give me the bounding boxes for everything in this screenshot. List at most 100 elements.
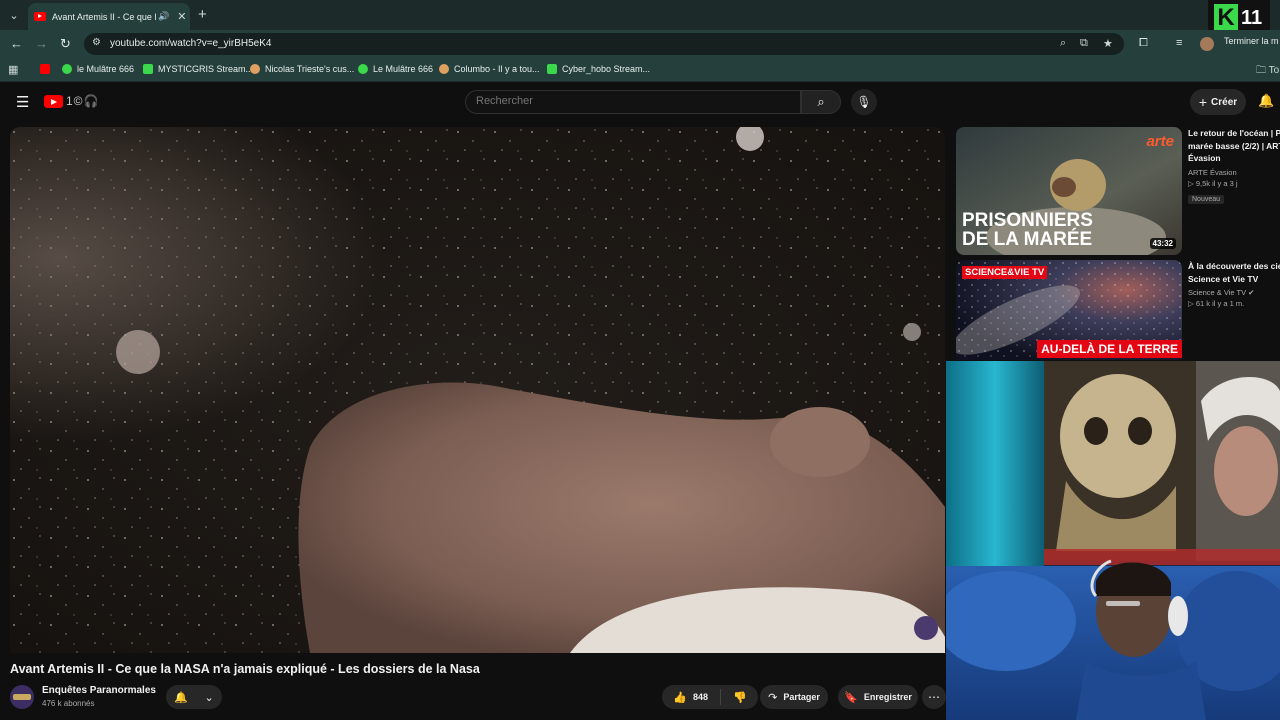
more-dots-icon: ⋯ <box>928 690 940 704</box>
recommendation-info: Le retour de l'océan | Pi marée basse (2… <box>1188 127 1280 206</box>
tab-close-icon[interactable]: ✕ <box>177 10 186 23</box>
tab-audio-icon[interactable]: 🔊 <box>158 11 169 22</box>
webcam-image <box>946 361 1280 720</box>
bookmark-label: MYSTICGRIS Stream... <box>158 64 254 74</box>
rec-duration: 43:32 <box>1149 238 1176 249</box>
bookmarks-bar: ▦ le Mulâtre 666 MYSTICGRIS Stream... Ni… <box>0 58 1280 82</box>
tab-search-icon[interactable]: ⌄ <box>4 5 24 25</box>
bookmark-label: Le Mulâtre 666 <box>373 64 434 74</box>
like-button[interactable]: 👍 848 <box>673 689 722 705</box>
like-count: 848 <box>692 692 709 702</box>
finish-update-button[interactable]: Terminer la m <box>1224 36 1279 46</box>
bookmark-item[interactable]: Columbo - Il y a tou... <box>439 64 540 74</box>
profile-avatar[interactable] <box>1200 37 1214 51</box>
bookmarks-folder-label: To <box>1268 65 1280 76</box>
bookmark-item[interactable]: Le Mulâtre 666 <box>358 64 433 74</box>
create-button[interactable]: + Créer <box>1190 89 1246 115</box>
video-frame <box>10 127 945 653</box>
chevron-down-icon: ⌄ <box>204 691 214 704</box>
play-icon <box>358 64 368 74</box>
video-player[interactable] <box>10 127 945 653</box>
microphone-icon: 🎙 <box>856 95 872 109</box>
reload-icon[interactable]: ↻ <box>60 36 71 52</box>
recommendation-item[interactable]: arte PRISONNIERS DE LA MARÉE 43:32 Le re… <box>956 127 1280 257</box>
share-label: Partager <box>783 692 820 702</box>
share-button[interactable]: ↷ Partager <box>760 685 828 709</box>
like-dislike-group: 👍 848 👎 <box>662 685 758 709</box>
thumbs-up-icon: 👍 <box>673 691 687 704</box>
site-icon <box>439 64 449 74</box>
k11-logo-number: 11 <box>1241 6 1263 29</box>
bookmark-youtube[interactable] <box>40 64 55 74</box>
rec-meta: ▷ 9,5k il y a 3 j <box>1188 178 1238 188</box>
tab-title: Avant Artemis II - Ce que la NASA n'a ja… <box>52 11 156 22</box>
bookmark-item[interactable]: le Mulâtre 666 <box>62 64 134 74</box>
rec-title[interactable]: À la découverte des cie Science et Vie T… <box>1188 260 1280 285</box>
notifications-bell-icon[interactable]: 🔔 <box>1258 93 1274 109</box>
browser-toolbar: ← → ↻ ⚙ youtube.com/watch?v=e_yirBH5eK4 … <box>0 30 1280 58</box>
bookmarks-folder[interactable]: 🗀 To <box>1256 63 1279 80</box>
rec-thumb-text: PRISONNIERS DE LA MARÉE <box>962 210 1093 250</box>
back-arrow-icon[interactable]: ← <box>10 36 23 51</box>
search-box <box>465 90 801 114</box>
bookmark-item[interactable]: Nicolas Trieste's cus... <box>250 64 354 74</box>
install-icon[interactable]: ⧉ <box>1080 37 1088 50</box>
more-actions-button[interactable]: ⋯ <box>922 685 946 709</box>
subscription-notify-button[interactable]: 🔔 ⌄ <box>166 685 222 709</box>
subscriber-count: 476 k abonnés <box>42 699 95 708</box>
create-label: Créer <box>1211 96 1238 108</box>
save-button[interactable]: 🔖 Enregistrer <box>838 685 918 709</box>
bookmark-star-icon[interactable]: ★ <box>1103 37 1113 50</box>
url-text[interactable]: youtube.com/watch?v=e_yirBH5eK4 <box>110 38 271 49</box>
youtube-favicon-icon <box>34 12 46 21</box>
youtube-icon <box>40 64 50 74</box>
bookmark-label: Columbo - Il y a tou... <box>454 64 540 74</box>
apps-grid-icon[interactable]: ▦ <box>8 63 18 76</box>
share-icon: ↷ <box>768 691 778 704</box>
recommendation-thumbnail[interactable]: arte PRISONNIERS DE LA MARÉE 43:32 <box>956 127 1182 255</box>
youtube-header: ☰ 1©🎧 ⌕ 🎙 +Créer 🔔 <box>0 83 1280 121</box>
bookmark-label: Cyber_hobo Stream... <box>562 64 651 74</box>
channel-avatar[interactable] <box>10 685 34 709</box>
video-title: Avant Artemis II - Ce que la NASA n'a ja… <box>10 662 480 676</box>
menu-icon[interactable]: ☰ <box>16 93 29 111</box>
rec-new-badge: Nouveau <box>1188 194 1225 204</box>
kick-icon <box>547 64 557 74</box>
search-input[interactable] <box>476 95 776 107</box>
dislike-button[interactable]: 👎 <box>721 691 747 704</box>
k11-logo-letter: K <box>1214 4 1238 32</box>
rec-thumb-text: AU-DELÀ DE LA TERRE <box>1037 340 1182 358</box>
bookmark-label: Nicolas Trieste's cus... <box>265 64 355 74</box>
site-info-icon[interactable]: ⚙ <box>92 37 101 48</box>
bunny-icon <box>250 64 260 74</box>
recommendation-thumbnail[interactable]: SCIENCE&VIE TV AU-DELÀ DE LA TERRE <box>956 260 1182 360</box>
media-controls-icon[interactable]: ≡ <box>1176 37 1182 49</box>
extensions-icon[interactable]: ⧠ <box>1139 37 1148 50</box>
plus-icon: + <box>1198 94 1208 110</box>
rec-channel[interactable]: ARTE Évasion <box>1188 168 1280 177</box>
youtube-doodle-logo[interactable]: 1©🎧 <box>66 94 99 108</box>
save-label: Enregistrer <box>863 692 912 702</box>
rec-meta: ▷ 61 k il y a 1 m. <box>1188 299 1245 308</box>
forward-arrow-icon[interactable]: → <box>35 36 48 51</box>
channel-watermark[interactable] <box>914 616 938 640</box>
search-button[interactable]: ⌕ <box>801 90 841 114</box>
thumbs-down-icon: 👎 <box>733 691 747 704</box>
zoom-icon[interactable]: ⌕ <box>1060 37 1066 50</box>
new-tab-button[interactable]: + <box>198 6 207 23</box>
search-icon: ⌕ <box>817 94 825 109</box>
browser-tab-active[interactable]: Avant Artemis II - Ce que la NASA n'a ja… <box>28 3 190 30</box>
rec-title[interactable]: Le retour de l'océan | Pi marée basse (2… <box>1188 127 1280 165</box>
youtube-logo-icon[interactable] <box>44 95 63 108</box>
play-icon <box>62 64 72 74</box>
channel-name[interactable]: Enquêtes Paranormales <box>42 685 156 696</box>
recommendation-item[interactable]: SCIENCE&VIE TV AU-DELÀ DE LA TERRE À la … <box>956 260 1280 360</box>
webcam-overlay <box>946 361 1280 720</box>
rec-channel[interactable]: Science & Vie TV ✔ <box>1188 288 1280 297</box>
rec-thumb-brand: SCIENCE&VIE TV <box>962 266 1048 279</box>
address-bar[interactable]: ⚙ youtube.com/watch?v=e_yirBH5eK4 ⌕ ⧉ ★ <box>84 33 1124 55</box>
bell-icon: 🔔 <box>174 691 188 704</box>
voice-search-button[interactable]: 🎙 <box>851 89 877 115</box>
bookmark-item[interactable]: MYSTICGRIS Stream... <box>143 64 253 74</box>
bookmark-item[interactable]: Cyber_hobo Stream... <box>547 64 650 74</box>
